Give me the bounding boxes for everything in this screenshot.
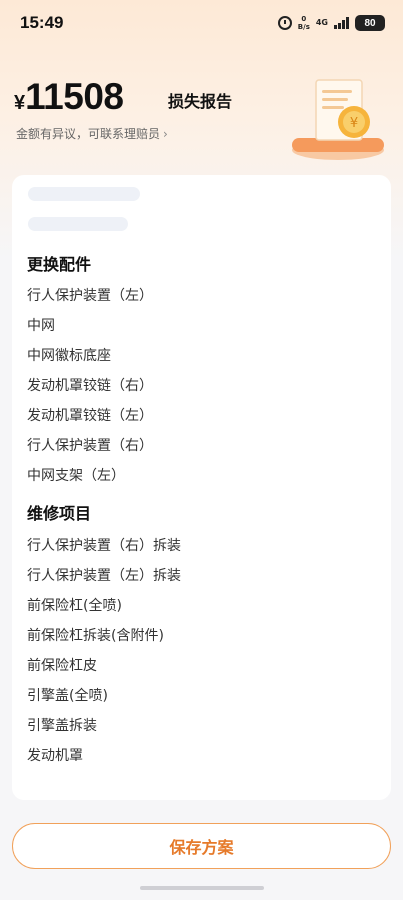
- report-illustration-icon: ¥: [292, 79, 384, 160]
- loss-report-card: 更换配件 行人保护装置（左） 中网 中网徽标底座 发动机罩铰链（右） 发动机罩铰…: [12, 175, 391, 800]
- blurred-text: [28, 217, 128, 231]
- section-title-repairs: 维修项目: [27, 504, 92, 523]
- contact-link-text: 金额有异议，可联系理赔员: [16, 127, 161, 141]
- list-item: 发动机罩铰链（左）: [27, 408, 153, 424]
- list-item: 发动机罩: [27, 748, 83, 764]
- section-title-parts: 更换配件: [27, 255, 92, 274]
- list-item: 行人保护装置（右）: [27, 438, 153, 454]
- currency-symbol: ¥: [14, 92, 26, 114]
- blurred-text: [28, 187, 140, 201]
- svg-text:¥: ¥: [350, 116, 358, 131]
- save-plan-button[interactable]: 保存方案: [12, 823, 391, 869]
- home-indicator[interactable]: [140, 886, 264, 890]
- list-item: 行人保护装置（左）: [27, 288, 153, 304]
- report-title: 损失报告: [168, 92, 233, 111]
- amount-value: 11508: [25, 76, 124, 117]
- chevron-right-icon: ›: [163, 127, 168, 141]
- net-speed-indicator: 0 B/s: [298, 15, 310, 31]
- list-item: 前保险杠(全喷): [27, 598, 122, 614]
- status-time: 15:49: [20, 13, 64, 32]
- list-item: 前保险杠皮: [27, 658, 97, 674]
- status-bar: 15:49 0 B/s 4G 80: [0, 0, 403, 46]
- net-speed-unit: B/s: [297, 23, 310, 31]
- list-item: 中网支架（左）: [27, 468, 125, 484]
- claim-amount: ¥ 11508: [14, 76, 124, 118]
- list-item: 行人保护装置（左）拆装: [27, 568, 181, 584]
- list-item: 中网: [27, 318, 55, 334]
- status-icons: 0 B/s 4G 80: [277, 15, 385, 31]
- contact-adjuster-link[interactable]: 金额有异议，可联系理赔员 ›: [16, 125, 168, 142]
- alarm-icon: [277, 16, 292, 30]
- net-speed-value: 0: [301, 15, 307, 23]
- list-item: 前保险杠拆装(含附件): [27, 628, 164, 644]
- signal-icon: [334, 17, 349, 29]
- list-item: 行人保护装置（右）拆装: [27, 538, 181, 554]
- battery-icon: 80: [355, 15, 385, 31]
- list-item: 引擎盖拆装: [27, 718, 97, 734]
- list-item: 引擎盖(全喷): [27, 688, 108, 704]
- list-item: 发动机罩铰链（右）: [27, 378, 153, 394]
- network-type: 4G: [315, 18, 328, 27]
- list-item: 中网徽标底座: [27, 348, 111, 364]
